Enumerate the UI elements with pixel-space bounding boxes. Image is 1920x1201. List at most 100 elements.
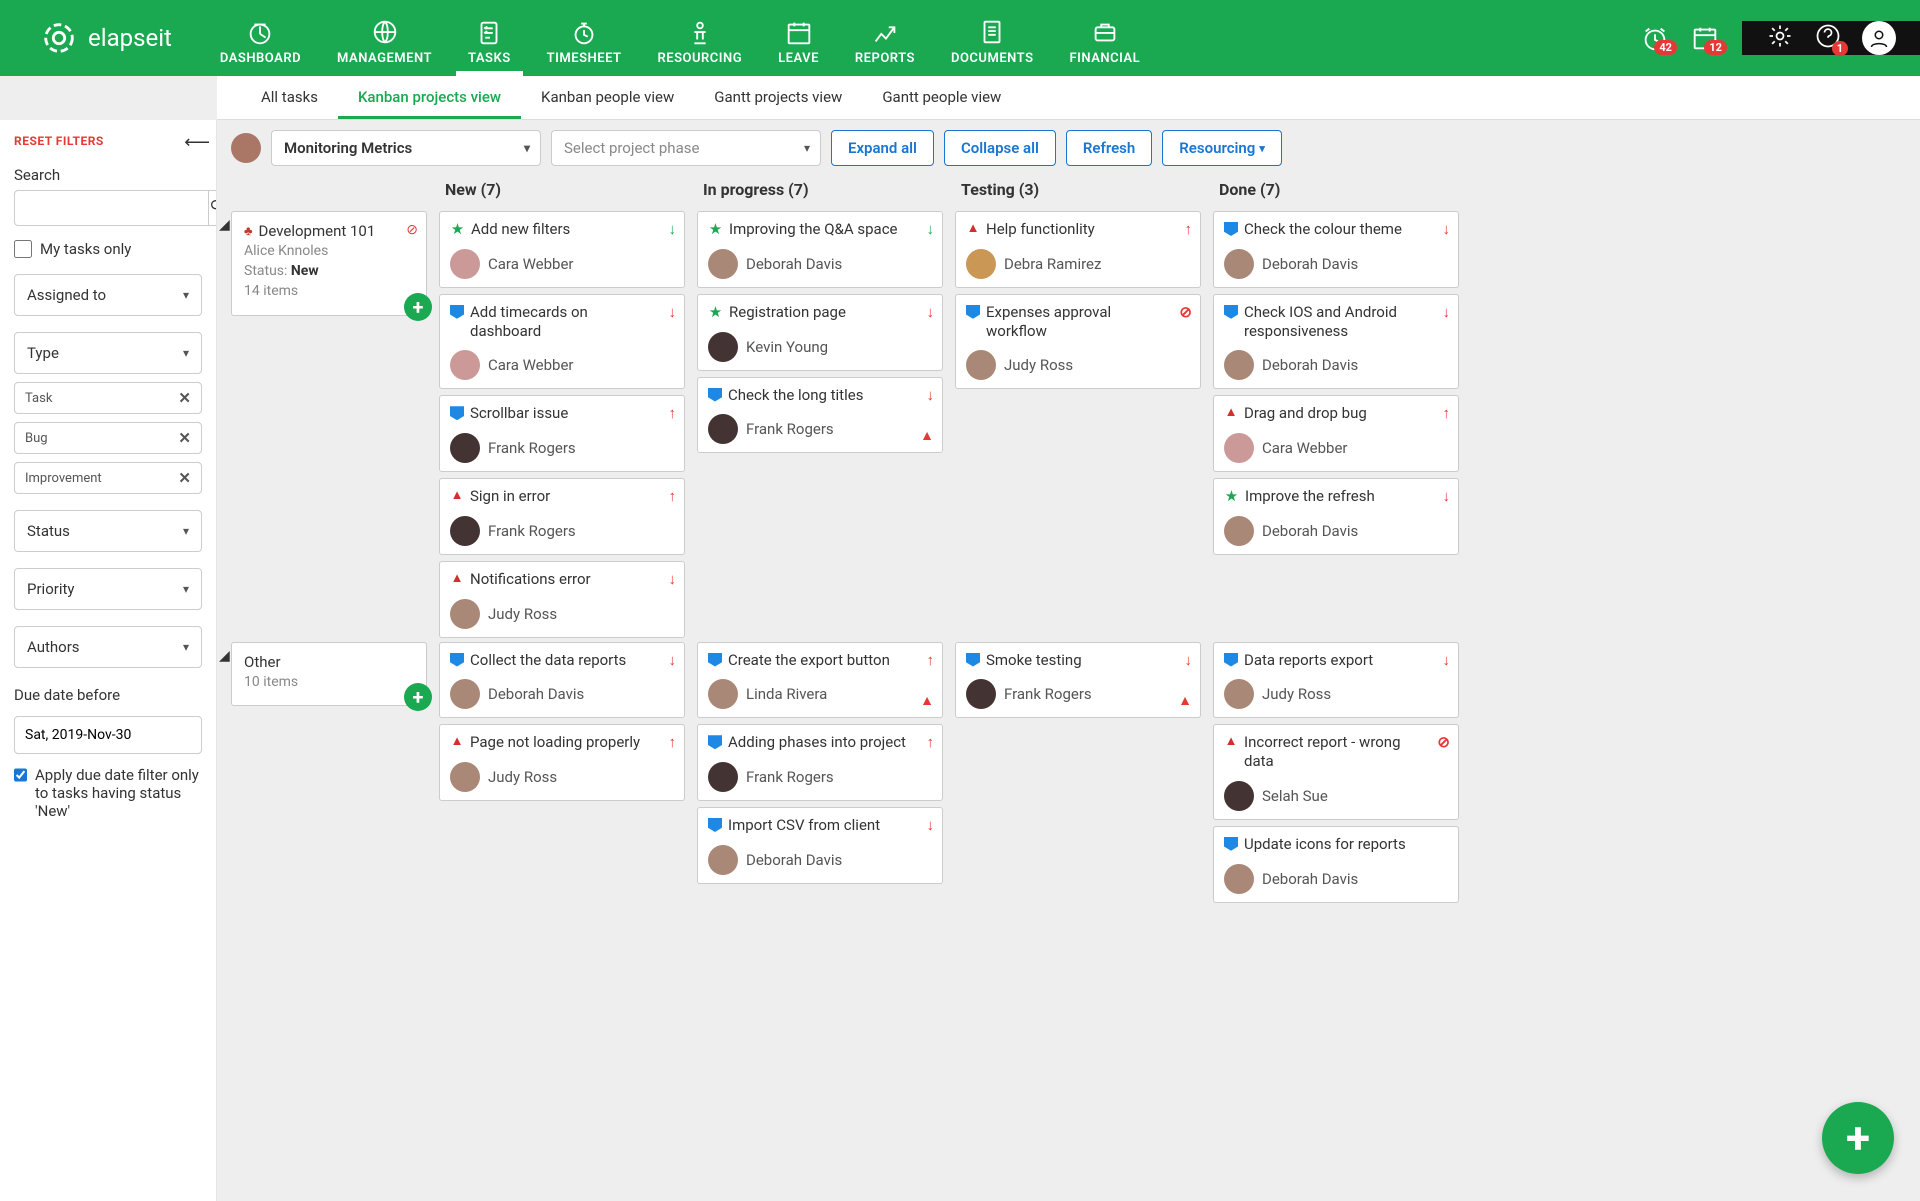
refresh-button[interactable]: Refresh bbox=[1066, 130, 1152, 166]
type-chip-improvement[interactable]: Improvement✕ bbox=[14, 462, 202, 494]
task-card[interactable]: Incorrect report - wrong data Selah Sue bbox=[1213, 724, 1459, 820]
remove-chip-icon[interactable]: ✕ bbox=[178, 429, 191, 447]
task-title: Registration page bbox=[729, 303, 846, 322]
add-to-group-button[interactable]: + bbox=[404, 293, 432, 321]
collapse-group-icon[interactable]: ◢ bbox=[219, 217, 230, 233]
collapse-sidebar-icon[interactable]: ⟵ bbox=[184, 132, 210, 153]
collapse-all-button[interactable]: Collapse all bbox=[944, 130, 1056, 166]
task-card[interactable]: Improving the Q&A space Deborah Davis bbox=[697, 211, 943, 288]
reset-filters-button[interactable]: RESET FILTERS bbox=[14, 134, 202, 148]
assignee-name: Cara Webber bbox=[488, 255, 574, 273]
phase-select[interactable]: Select project phase bbox=[551, 130, 821, 166]
nav-resourcing[interactable]: RESOURCING bbox=[640, 9, 761, 76]
my-tasks-only-checkbox[interactable]: My tasks only bbox=[14, 240, 202, 258]
subtab-all-tasks[interactable]: All tasks bbox=[241, 76, 338, 119]
assignee-avatar bbox=[708, 679, 738, 709]
task-card[interactable]: Check the colour theme Deborah Davis bbox=[1213, 211, 1459, 288]
assignee-avatar bbox=[450, 679, 480, 709]
assigned-to-select[interactable]: Assigned to bbox=[14, 274, 202, 316]
task-title: Create the export button bbox=[728, 651, 890, 670]
type-select[interactable]: Type bbox=[14, 332, 202, 374]
type-chip-bug[interactable]: Bug✕ bbox=[14, 422, 202, 454]
assignee-name: Debra Ramirez bbox=[1004, 255, 1101, 273]
task-card[interactable]: Check the long titles Frank Rogers ▲ bbox=[697, 377, 943, 454]
nav-financial[interactable]: FINANCIAL bbox=[1052, 9, 1159, 76]
calendar-alert-icon[interactable]: 12 bbox=[1690, 23, 1720, 53]
help-icon[interactable]: 1 bbox=[1814, 22, 1842, 54]
task-card[interactable]: Collect the data reports Deborah Davis bbox=[439, 642, 685, 719]
search-input[interactable] bbox=[14, 190, 208, 226]
task-card[interactable]: Notifications error Judy Ross bbox=[439, 561, 685, 638]
priority-icon bbox=[1443, 220, 1451, 238]
task-card[interactable]: Expenses approval workflow Judy Ross bbox=[955, 294, 1201, 390]
task-card[interactable]: Smoke testing Frank Rogers ▲ bbox=[955, 642, 1201, 719]
nav-documents[interactable]: DOCUMENTS bbox=[933, 9, 1052, 76]
nav-reports[interactable]: REPORTS bbox=[837, 9, 933, 76]
task-card[interactable]: Adding phases into project Frank Rogers bbox=[697, 724, 943, 801]
brand-logo[interactable]: elapseit bbox=[0, 0, 202, 76]
type-chip-task[interactable]: Task✕ bbox=[14, 382, 202, 414]
add-task-fab[interactable]: + bbox=[1822, 1102, 1894, 1174]
collapse-group-icon[interactable]: ◢ bbox=[219, 648, 230, 664]
priority-select[interactable]: Priority bbox=[14, 568, 202, 610]
task-card[interactable]: Create the export button Linda Rivera ▲ bbox=[697, 642, 943, 719]
subtab-gantt-people-view[interactable]: Gantt people view bbox=[862, 76, 1021, 119]
task-card[interactable]: Sign in error Frank Rogers bbox=[439, 478, 685, 555]
priority-icon bbox=[669, 487, 677, 505]
task-title: Scrollbar issue bbox=[470, 404, 568, 423]
priority-icon bbox=[1179, 303, 1192, 321]
timesheet-icon bbox=[569, 17, 599, 47]
remove-chip-icon[interactable]: ✕ bbox=[178, 389, 191, 407]
task-card[interactable]: Page not loading properly Judy Ross bbox=[439, 724, 685, 801]
task-card[interactable]: Add timecards on dashboard Cara Webber bbox=[439, 294, 685, 390]
task-card[interactable]: Drag and drop bug Cara Webber bbox=[1213, 395, 1459, 472]
subtab-gantt-projects-view[interactable]: Gantt projects view bbox=[694, 76, 862, 119]
nav-dashboard[interactable]: DASHBOARD bbox=[202, 9, 319, 76]
column-header: Done (7) bbox=[1213, 176, 1459, 207]
clock-alert-icon[interactable]: 42 bbox=[1640, 23, 1670, 53]
remove-chip-icon[interactable]: ✕ bbox=[178, 469, 191, 487]
warn-icon bbox=[450, 489, 464, 503]
task-card[interactable]: Improve the refresh Deborah Davis bbox=[1213, 478, 1459, 555]
warning-icon: ▲ bbox=[920, 692, 934, 709]
task-group[interactable]: ⊘ ♣Development 101 Alice Knnoles Status:… bbox=[231, 211, 427, 316]
status-select[interactable]: Status bbox=[14, 510, 202, 552]
settings-icon[interactable] bbox=[1766, 22, 1794, 54]
task-title: Add timecards on dashboard bbox=[470, 303, 654, 341]
task-card[interactable]: Data reports export Judy Ross bbox=[1213, 642, 1459, 719]
assignee-avatar bbox=[966, 350, 996, 380]
priority-icon bbox=[927, 651, 935, 669]
task-card[interactable]: Help functionlity Debra Ramirez bbox=[955, 211, 1201, 288]
nav-timesheet[interactable]: TIMESHEET bbox=[529, 9, 640, 76]
task-card[interactable]: Registration page Kevin Young bbox=[697, 294, 943, 371]
nav-leave[interactable]: LEAVE bbox=[760, 9, 837, 76]
search-button[interactable] bbox=[208, 190, 217, 226]
due-date-input[interactable] bbox=[14, 716, 202, 754]
task-card[interactable]: Scrollbar issue Frank Rogers bbox=[439, 395, 685, 472]
task-card[interactable]: Check IOS and Android responsiveness Deb… bbox=[1213, 294, 1459, 390]
resourcing-button[interactable]: Resourcing bbox=[1162, 130, 1282, 166]
task-card[interactable]: Update icons for reports Deborah Davis bbox=[1213, 826, 1459, 903]
kanban-column: Smoke testing Frank Rogers ▲ bbox=[955, 642, 1201, 903]
user-avatar[interactable] bbox=[1862, 21, 1896, 55]
flag-icon bbox=[450, 653, 464, 667]
assignee-name: Cara Webber bbox=[1262, 439, 1348, 457]
nav-tasks[interactable]: TASKS bbox=[450, 9, 529, 76]
task-title: Expenses approval workflow bbox=[986, 303, 1170, 341]
task-title: Adding phases into project bbox=[728, 733, 906, 752]
task-group[interactable]: Other 10 items + bbox=[231, 642, 427, 706]
subtab-kanban-projects-view[interactable]: Kanban projects view bbox=[338, 76, 521, 119]
nav-management[interactable]: MANAGEMENT bbox=[319, 9, 450, 76]
assignee-name: Frank Rogers bbox=[488, 439, 576, 457]
add-to-group-button[interactable]: + bbox=[404, 683, 432, 711]
apply-due-date-filter-checkbox[interactable]: Apply due date filter only to tasks havi… bbox=[14, 766, 202, 820]
task-card[interactable]: Add new filters Cara Webber bbox=[439, 211, 685, 288]
task-title: Incorrect report - wrong data bbox=[1244, 733, 1428, 771]
project-select[interactable]: Monitoring Metrics bbox=[271, 130, 541, 166]
priority-icon bbox=[927, 386, 935, 404]
authors-select[interactable]: Authors bbox=[14, 626, 202, 668]
subtab-kanban-people-view[interactable]: Kanban people view bbox=[521, 76, 694, 119]
assignee-avatar bbox=[708, 845, 738, 875]
task-card[interactable]: Import CSV from client Deborah Davis bbox=[697, 807, 943, 884]
expand-all-button[interactable]: Expand all bbox=[831, 130, 934, 166]
